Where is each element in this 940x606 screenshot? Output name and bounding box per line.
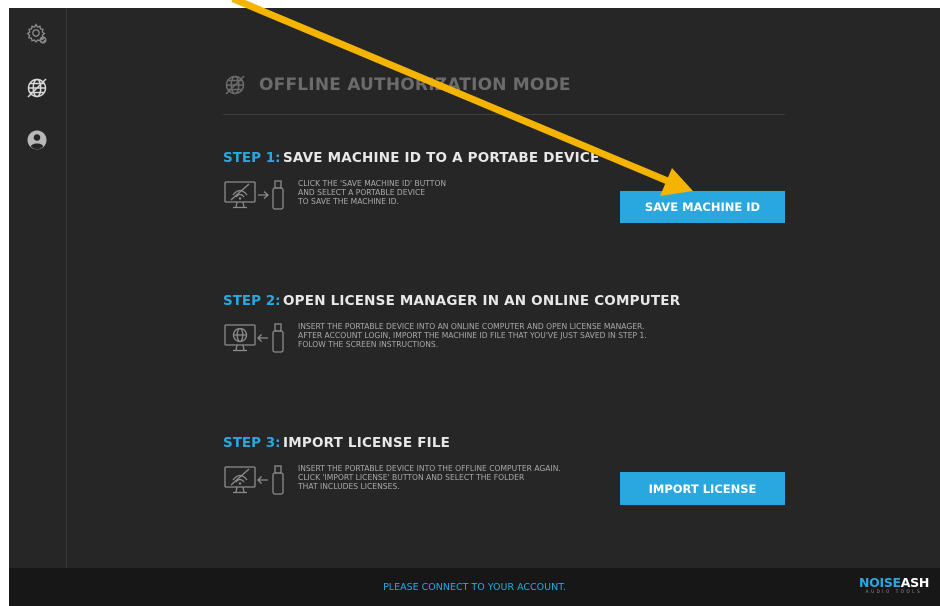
main-panel: OFFLINE AUTHORIZATION MODE STEP 1: SAVE …: [67, 8, 940, 568]
sidebar: [9, 8, 67, 568]
step-2-description: INSERT THE PORTABLE DEVICE INTO AN ONLIN…: [298, 322, 647, 350]
import-license-button[interactable]: IMPORT LICENSE: [620, 472, 785, 505]
step-1-title: SAVE MACHINE ID TO A PORTABE DEVICE: [283, 150, 600, 166]
step-3-title: IMPORT LICENSE FILE: [283, 435, 451, 451]
connect-account-message[interactable]: PLEASE CONNECT TO YOUR ACCOUNT.: [9, 582, 940, 593]
title-divider: [223, 114, 785, 115]
user-account-icon[interactable]: [25, 128, 49, 152]
page-title-text: OFFLINE AUTHORIZATION MODE: [259, 75, 571, 95]
online-computer-usb-icon: [223, 321, 289, 355]
step-1-description: CLICK THE 'SAVE MACHINE ID' BUTTON AND S…: [298, 179, 447, 207]
step-2: STEP 2: OPEN LICENSE MANAGER IN AN ONLIN…: [223, 293, 803, 369]
settings-gear-icon[interactable]: [25, 22, 49, 46]
offline-globe-icon: [225, 75, 245, 95]
offline-globe-icon[interactable]: [25, 76, 49, 100]
step-3-number: STEP 3:: [223, 435, 281, 451]
save-machine-id-button[interactable]: SAVE MACHINE ID: [620, 191, 785, 223]
save-to-usb-icon: [223, 178, 289, 212]
import-from-usb-icon: [223, 463, 289, 497]
license-manager-window: OFFLINE AUTHORIZATION MODE STEP 1: SAVE …: [9, 8, 940, 606]
step-2-title: OPEN LICENSE MANAGER IN AN ONLINE COMPUT…: [283, 293, 681, 309]
step-2-number: STEP 2:: [223, 293, 281, 309]
noiseash-logo: NOISEASH AUDIO TOOLS: [858, 575, 930, 594]
step-3: STEP 3: IMPORT LICENSE FILE INSERT THE P…: [223, 435, 803, 511]
step-1-number: STEP 1:: [223, 150, 281, 166]
step-1: STEP 1: SAVE MACHINE ID TO A PORTABE DEV…: [223, 150, 803, 226]
page-title: OFFLINE AUTHORIZATION MODE: [223, 72, 571, 98]
status-footer: PLEASE CONNECT TO YOUR ACCOUNT. NOISEASH…: [9, 568, 940, 606]
step-3-description: INSERT THE PORTABLE DEVICE INTO THE OFFL…: [298, 464, 561, 492]
